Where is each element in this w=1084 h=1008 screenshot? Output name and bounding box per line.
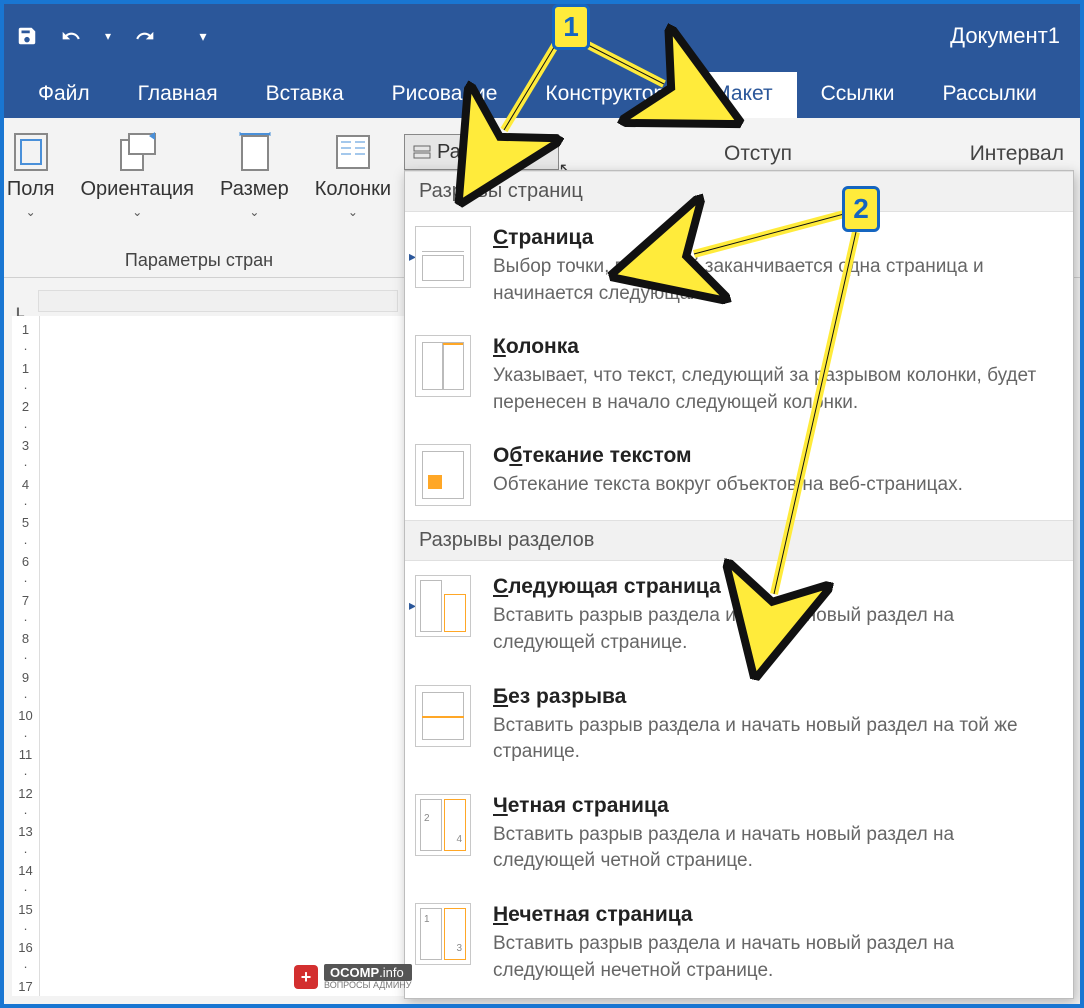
break-page-item[interactable]: ▸ Страница Выбор точки, в которой заканч… (405, 212, 1073, 321)
break-column-item[interactable]: Колонка Указывает, что текст, следующий … (405, 321, 1073, 430)
chevron-down-icon: ⌄ (249, 205, 259, 219)
titlebar: ▾ ▾ Документ1 (4, 4, 1080, 68)
section-oddpage-item[interactable]: 1 3 Нечетная страница Вставить разрыв ра… (405, 889, 1073, 998)
ribbon-tabs: Файл Главная Вставка Рисование Конструкт… (4, 68, 1080, 118)
break-column-desc: Указывает, что текст, следующий за разры… (493, 363, 1055, 416)
breaks-dropdown: Разрывы страниц ▸ Страница Выбор точки, … (404, 170, 1074, 999)
tab-review[interactable]: Рецен (1061, 72, 1084, 118)
margins-icon (9, 130, 53, 174)
breaks-button[interactable]: Разрывы ⌄ ↖ (404, 134, 559, 170)
indent-group-label: Отступ (724, 142, 792, 166)
section-evenpage-icon: 2 4 (415, 794, 471, 856)
watermark-main: OCOMP.info (324, 964, 412, 981)
undo-icon[interactable] (58, 23, 84, 49)
watermark-plus-icon: + (294, 965, 318, 989)
section-nextpage-title: Следующая страница (493, 575, 1055, 599)
columns-icon (331, 130, 375, 174)
redo-icon[interactable] (132, 23, 158, 49)
ruler-horizontal[interactable] (38, 290, 398, 312)
watermark-sub: ВОПРОСЫ АДМИНУ (324, 981, 412, 990)
margins-label: Поля (7, 178, 55, 201)
tab-design[interactable]: Конструктор (521, 72, 689, 118)
section-continuous-desc: Вставить разрыв раздела и начать новый р… (493, 713, 1055, 766)
callout-badge-1: 1 (552, 4, 590, 50)
size-icon (232, 130, 276, 174)
dropdown-section-pages: Разрывы страниц (405, 171, 1073, 212)
break-page-title: Страница (493, 226, 1055, 250)
page-setup-group: Поля ⌄ Ориентация ⌄ Размер ⌄ Колонки ⌄ (4, 118, 394, 277)
watermark: + OCOMP.info ВОПРОСЫ АДМИНУ (294, 964, 412, 990)
orientation-icon (115, 130, 159, 174)
qat-more-icon[interactable]: ▾ (102, 23, 114, 49)
tab-mailings[interactable]: Рассылки (919, 72, 1061, 118)
size-label: Размер (220, 178, 289, 201)
section-continuous-icon (415, 685, 471, 747)
break-page-icon (415, 226, 471, 288)
breaks-label: Разрывы (437, 141, 520, 164)
section-oddpage-desc: Вставить разрыв раздела и начать новый р… (493, 931, 1055, 984)
break-textwrap-desc: Обтекание текста вокруг объектов на веб-… (493, 472, 1055, 499)
section-nextpage-item[interactable]: ▸ Следующая страница Вставить разрыв раз… (405, 561, 1073, 670)
spacing-group-label: Интервал (970, 142, 1064, 166)
size-button[interactable]: Размер ⌄ (212, 126, 297, 223)
columns-label: Колонки (315, 178, 391, 201)
break-column-icon (415, 335, 471, 397)
section-nextpage-icon (415, 575, 471, 637)
section-continuous-item[interactable]: Без разрыва Вставить разрыв раздела и на… (405, 671, 1073, 780)
tab-file[interactable]: Файл (14, 72, 114, 118)
section-evenpage-title: Четная страница (493, 794, 1055, 818)
tab-draw[interactable]: Рисование (368, 72, 522, 118)
section-continuous-title: Без разрыва (493, 685, 1055, 709)
section-evenpage-desc: Вставить разрыв раздела и начать новый р… (493, 822, 1055, 875)
break-page-desc: Выбор точки, в которой заканчивается одн… (493, 254, 1055, 307)
section-evenpage-item[interactable]: 2 4 Четная страница Вставить разрыв разд… (405, 780, 1073, 889)
callout-badge-2: 2 (842, 186, 880, 232)
ruler-vertical[interactable]: 1·1·2·3·4·5·6·7·8·9·10·11·12·13·14·15·16… (12, 316, 40, 996)
orientation-label: Ориентация (80, 178, 194, 201)
tab-layout[interactable]: Макет (689, 72, 796, 118)
page-setup-group-label: Параметры стран (4, 250, 394, 271)
section-nextpage-desc: Вставить разрыв раздела и начать новый р… (493, 603, 1055, 656)
quick-access-toolbar: ▾ ▾ (14, 23, 212, 49)
chevron-down-icon: ⌄ (348, 205, 358, 219)
columns-button[interactable]: Колонки ⌄ (307, 126, 399, 223)
orientation-button[interactable]: Ориентация ⌄ (72, 126, 202, 223)
break-textwrap-icon (415, 444, 471, 506)
break-column-title: Колонка (493, 335, 1055, 359)
dropdown-section-sections: Разрывы разделов (405, 520, 1073, 561)
break-textwrap-item[interactable]: Обтекание текстом Обтекание текста вокру… (405, 430, 1073, 520)
document-title: Документ1 (950, 23, 1060, 49)
break-textwrap-title: Обтекание текстом (493, 444, 1055, 468)
chevron-down-icon: ⌄ (26, 205, 36, 219)
section-oddpage-title: Нечетная страница (493, 903, 1055, 927)
tab-references[interactable]: Ссылки (797, 72, 919, 118)
chevron-down-icon: ⌄ (132, 205, 142, 219)
save-icon[interactable] (14, 23, 40, 49)
customize-qat-icon[interactable]: ▾ (194, 23, 212, 49)
chevron-down-icon: ⌄ (526, 145, 536, 159)
section-oddpage-icon: 1 3 (415, 903, 471, 965)
tab-home[interactable]: Главная (114, 72, 242, 118)
margins-button[interactable]: Поля ⌄ (0, 126, 62, 223)
tab-insert[interactable]: Вставка (242, 72, 368, 118)
breaks-icon (413, 145, 431, 159)
